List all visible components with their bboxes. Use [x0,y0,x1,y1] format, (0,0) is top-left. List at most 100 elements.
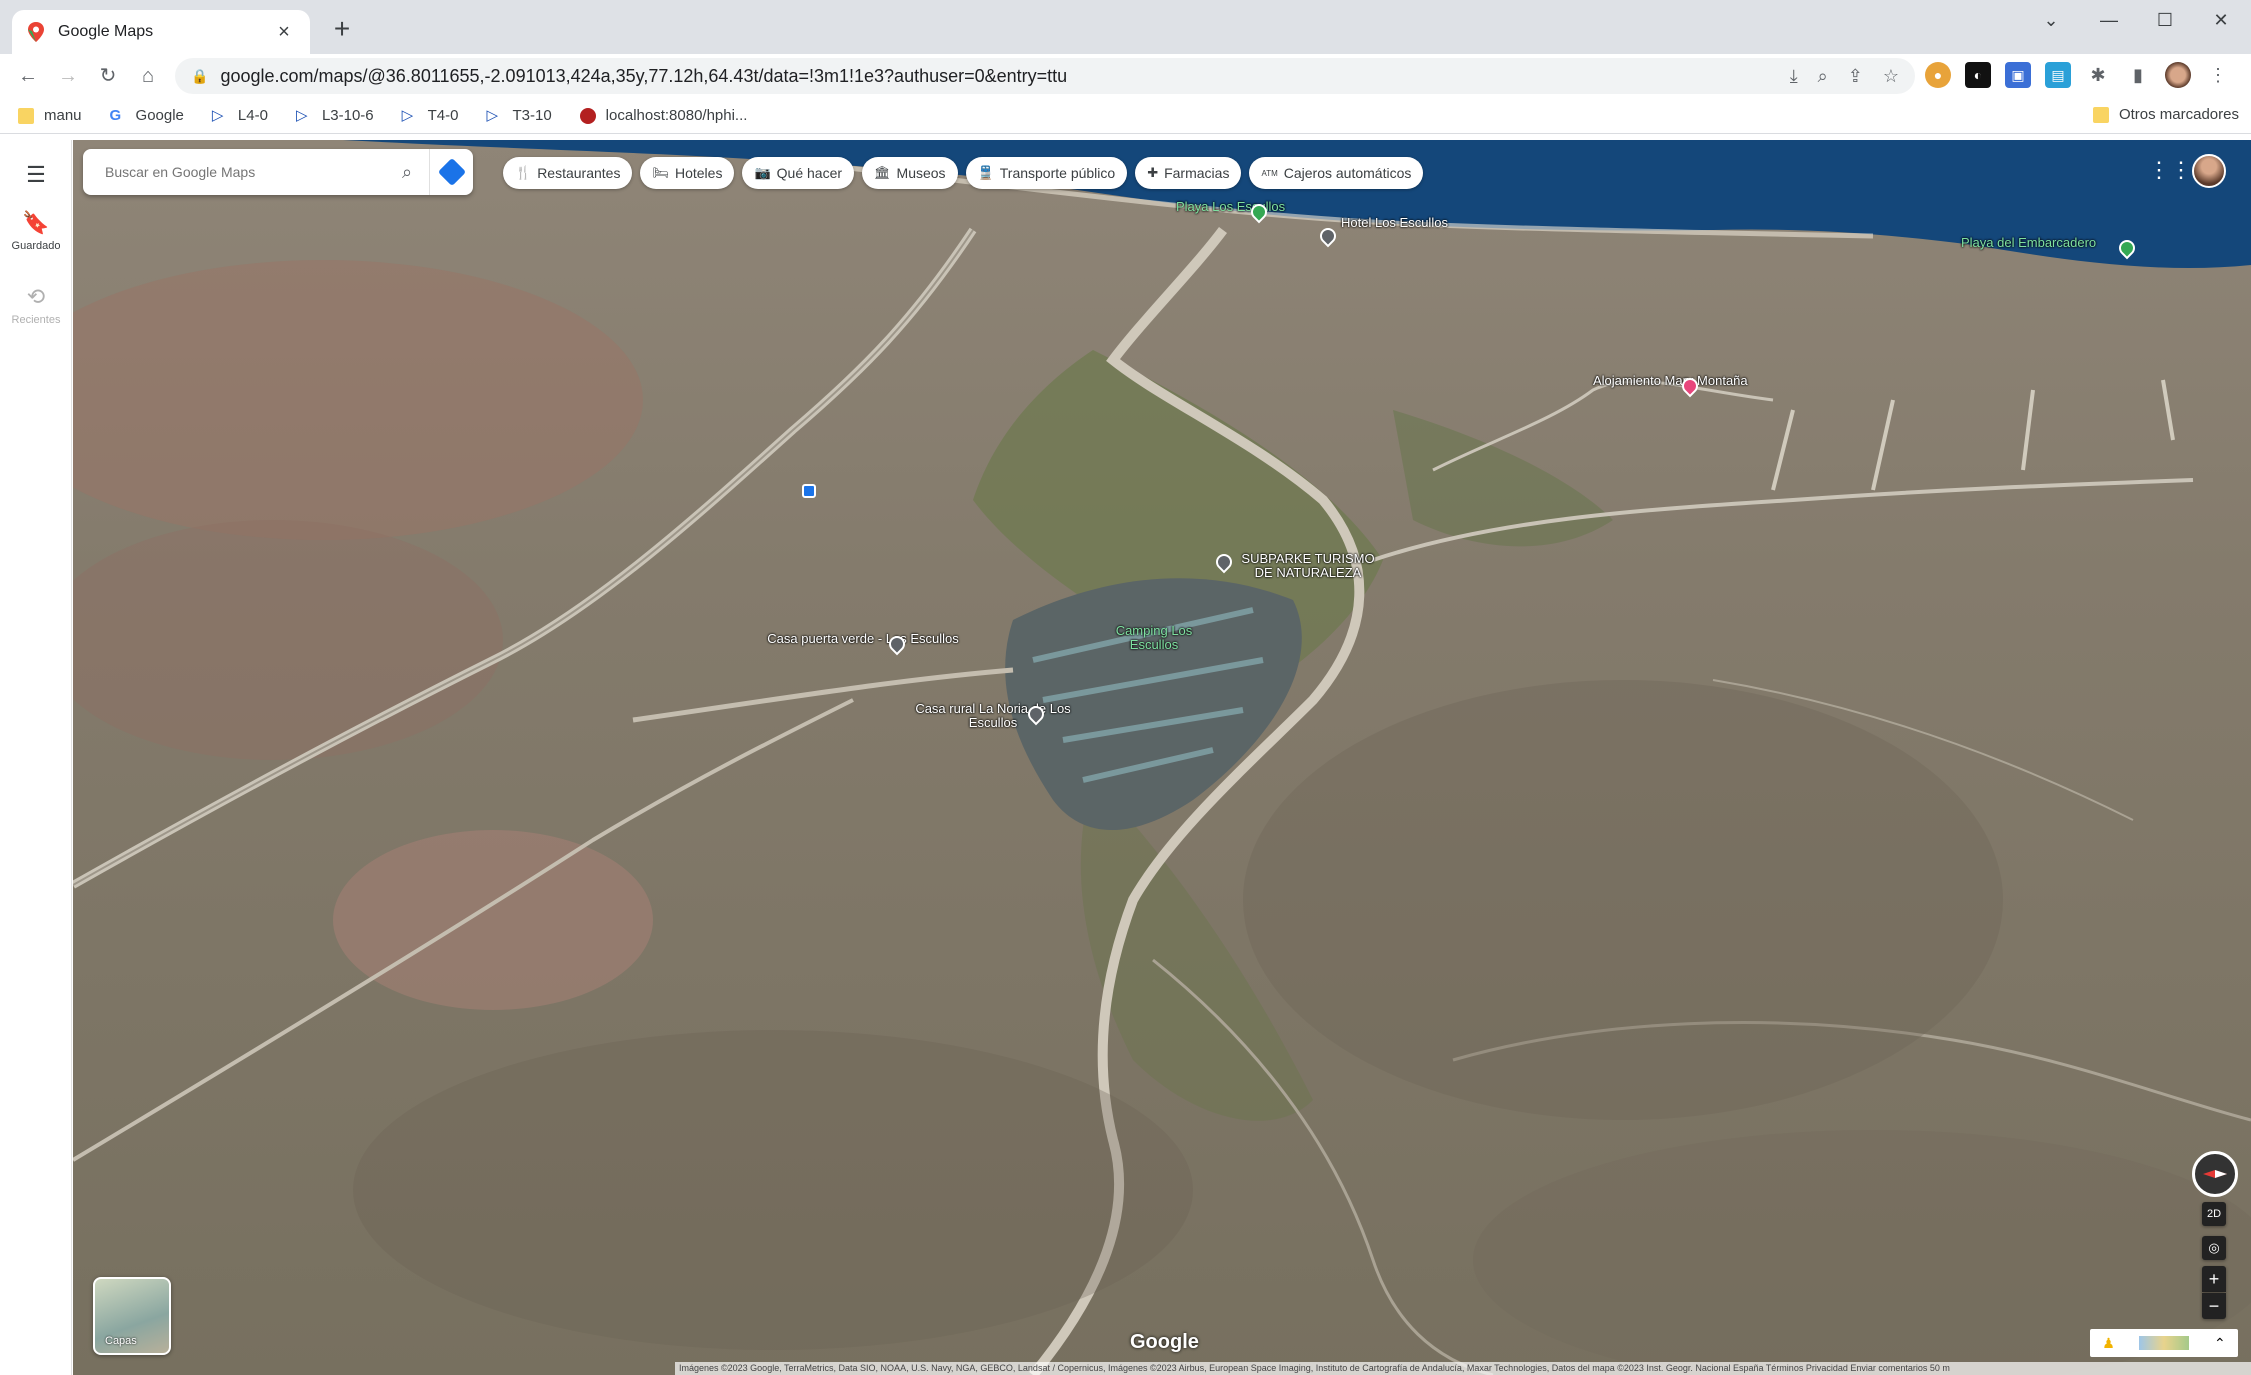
window-extension-icon[interactable]: ▤ [2045,62,2071,88]
lock-icon[interactable]: 🔒 [191,68,208,85]
rail-recent[interactable]: ⟲ Recientes [0,284,72,326]
reload-icon[interactable]: ↻ [88,56,128,96]
new-tab-button[interactable]: + [326,14,358,46]
attribution-bar: Imágenes ©2023 Google, TerraMetrics, Dat… [675,1362,2251,1375]
bookmark-t3-10[interactable]: ▷ T3-10 [486,107,551,124]
site-icon [579,107,596,124]
google-icon: G [109,106,122,124]
view-2d-button[interactable]: 2D [2202,1202,2226,1226]
close-tab-icon[interactable]: × [272,21,296,44]
back-icon[interactable]: ← [8,56,48,96]
map-canvas[interactable]: Playa Los Escullos Hotel Los Escullos Pl… [73,140,2251,1375]
chip-cajeros[interactable]: ATM Cajeros automáticos [1249,157,1424,189]
google-logo: Google [1130,1331,1199,1353]
maps-pin-icon [28,22,44,42]
directions-icon [437,157,466,187]
share-icon[interactable]: ⇪ [1848,66,1863,87]
bookmark-manu[interactable]: manu [18,107,82,124]
search-box[interactable]: ⌕ [83,149,473,195]
maximize-button[interactable]: ☐ [2145,6,2185,34]
play-icon: ▷ [486,106,499,124]
menu-icon[interactable]: ⋮ [2205,62,2231,88]
search-input[interactable] [105,164,385,180]
layer-thumbnail-icon[interactable] [2139,1336,2190,1350]
museum-icon: 🏛 [874,165,891,180]
bookmark-google[interactable]: G Google [110,107,184,124]
bus-stop-icon[interactable] [802,484,816,498]
play-icon: ▷ [401,106,414,124]
bookmark-l3-10-6[interactable]: ▷ L3-10-6 [296,107,374,124]
save-extension-icon[interactable]: ▣ [2005,62,2031,88]
tab-google-maps[interactable]: Google Maps × [12,10,310,54]
satellite-terrain [73,140,2251,1375]
folder-icon [2092,106,2109,123]
minimize-button[interactable]: — [2089,6,2129,34]
compass-icon[interactable] [2192,1151,2238,1197]
expand-icon[interactable]: ⌃ [2214,1335,2226,1352]
bookmark-l4-0[interactable]: ▷ L4-0 [212,107,268,124]
tab-title: Google Maps [58,23,154,40]
address-bar[interactable]: 🔒 google.com/maps/@36.8011655,-2.091013,… [175,58,1915,94]
atm-icon: ATM [1261,168,1278,178]
category-chips: 🍴 Restaurantes 🛏 Hoteles 📷 Qué hacer 🏛 Museo… [503,157,1424,189]
place-label-casa-verde[interactable]: Casa puerta verde - Los Escullos [763,632,963,646]
star-icon[interactable]: ☆ [1883,66,1899,87]
maps-left-rail: ☰ 🔖 Guardado ⟲ Recientes [0,140,72,1375]
play-icon: ▷ [295,106,308,124]
hotel-icon: 🛏 [652,165,669,180]
chip-restaurantes[interactable]: 🍴 Restaurantes [503,157,633,189]
account-avatar[interactable] [2192,154,2226,188]
place-label-camping[interactable]: Camping Los Escullos [1099,624,1209,652]
bookmark-t4-0[interactable]: ▷ T4-0 [402,107,459,124]
chip-hoteles[interactable]: 🛏 Hoteles [640,157,735,189]
chip-museos[interactable]: 🏛 Museos [862,157,958,189]
zoom-icon[interactable]: ⌕ [1818,66,1828,87]
directions-button[interactable] [429,149,473,195]
extensions-icon[interactable]: ✱ [2085,62,2111,88]
tab-search-icon[interactable]: ⌄ [2031,6,2071,34]
pharmacy-icon: ✚ [1147,165,1159,180]
apps-grid-icon[interactable]: ⋮⋮ [2148,157,2192,187]
compass-needle-icon [2203,1170,2227,1178]
hamburger-menu[interactable]: ☰ [0,162,72,192]
layers-label: Capas [105,1335,137,1347]
folder-icon [18,107,34,124]
url-text[interactable]: google.com/maps/@36.8011655,-2.091013,42… [220,66,1789,87]
tab-strip: Google Maps × + ⌄ — ☐ ✕ [0,0,2251,54]
sidepanel-icon[interactable]: ▮ [2125,62,2151,88]
place-label-hotel-escullos[interactable]: Hotel Los Escullos [1341,216,1448,230]
profile-avatar[interactable] [2165,62,2191,88]
browser-toolbar: ← → ↻ ⌂ 🔒 google.com/maps/@36.8011655,-2… [0,54,2251,98]
place-label-casa-noria[interactable]: Casa rural La Noria de Los Escullos [893,702,1093,730]
layers-button[interactable]: Capas [93,1277,171,1355]
chip-transporte[interactable]: 🚆 Transporte público [965,157,1128,189]
train-icon: 🚆 [977,165,994,180]
restaurant-icon: 🍴 [515,165,532,180]
chip-que-hacer[interactable]: 📷 Qué hacer [742,157,855,189]
place-label-playa-escullos[interactable]: Playa Los Escullos [1176,200,1285,214]
history-icon: ⟲ [26,284,46,309]
close-window-button[interactable]: ✕ [2201,6,2241,34]
bookmarks-bar: manu G Google ▷ L4-0 ▷ L3-10-6 ▷ T4-0 ▷ T3-10… [0,98,2251,134]
place-label-playa-embarcadero[interactable]: Playa del Embarcadero [1961,236,2096,250]
camera-icon: 📷 [754,165,771,180]
zoom-out-button[interactable]: − [2202,1293,2226,1319]
my-location-icon[interactable]: ◎ [2202,1236,2226,1260]
dark-reader-icon[interactable]: ◐ [1965,62,1991,88]
rail-saved[interactable]: 🔖 Guardado [0,210,72,252]
home-icon[interactable]: ⌂ [128,56,168,96]
cookie-extension-icon[interactable]: ● [1925,62,1951,88]
install-icon[interactable]: ⤓ [1790,66,1798,87]
bottom-tools: ♟ ⌃ [2090,1329,2238,1357]
pegman-icon[interactable]: ♟ [2102,1335,2115,1352]
forward-icon[interactable]: → [48,56,88,96]
search-icon[interactable]: ⌕ [385,162,429,183]
place-label-alojamiento[interactable]: Alojamiento Mary Montaña [1593,374,1748,388]
play-icon: ▷ [211,106,224,124]
bookmark-icon: 🔖 [22,210,50,235]
bookmark-localhost[interactable]: localhost:8080/hphi... [579,107,747,124]
place-label-subparke[interactable]: SUBPARKE TURISMO DE NATURALEZA [1233,552,1383,580]
chip-farmacias[interactable]: ✚ Farmacias [1135,157,1242,189]
other-bookmarks[interactable]: Otros marcadores [2092,106,2239,123]
zoom-in-button[interactable]: + [2202,1266,2226,1292]
